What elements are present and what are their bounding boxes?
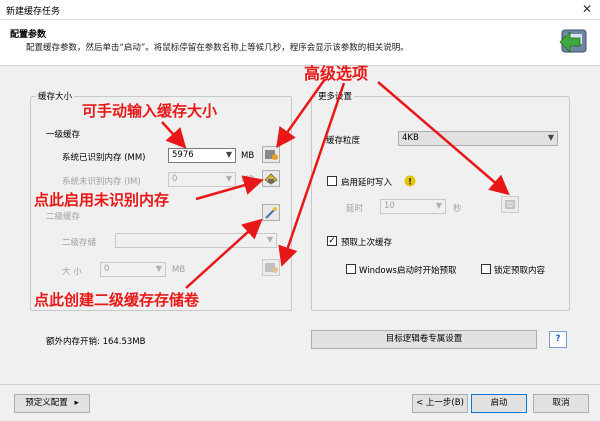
- chevron-down-icon: ▼: [266, 235, 273, 244]
- preload-checkbox[interactable]: ✓: [327, 236, 337, 246]
- level2-size-label: 大 小: [62, 267, 82, 277]
- chevron-down-icon: ▼: [155, 264, 162, 273]
- identified-memory-value: 5976: [172, 150, 194, 160]
- level2-settings-button[interactable]: [262, 259, 280, 276]
- advanced-options-button[interactable]: [501, 196, 519, 213]
- level2-size-input[interactable]: 0 ▼: [100, 262, 166, 277]
- help-button[interactable]: ?: [549, 331, 567, 348]
- unidentified-memory-input[interactable]: 0 ▼: [168, 172, 236, 187]
- memory-settings-icon: [265, 263, 278, 273]
- level2-size-value: 0: [104, 264, 110, 274]
- wand-icon: [265, 207, 277, 219]
- page-title: 配置参数: [10, 30, 47, 40]
- window-title: 新建缓存任务: [6, 7, 61, 17]
- unidentified-memory-label: 系统未识别内存 (IM): [62, 177, 141, 187]
- unlock-memory-icon: [264, 173, 278, 185]
- volume-settings-button[interactable]: 目标逻辑卷专属设置: [311, 330, 537, 349]
- delayed-write-label: 启用延时写入: [341, 178, 393, 188]
- advanced-options-icon: [505, 200, 515, 209]
- identified-memory-unit: MB: [241, 151, 255, 161]
- footer-divider: [0, 384, 600, 385]
- help-icon: ?: [555, 334, 561, 344]
- lock-preload-label: 锁定预取内容: [494, 266, 546, 276]
- enable-unidentified-memory-button[interactable]: [262, 170, 280, 187]
- delay-input[interactable]: 10 ▼: [380, 199, 446, 214]
- annotation-create-level2: 点此创建二级缓存存储卷: [34, 291, 200, 309]
- preset-config-button[interactable]: 预定义配置 ▸: [14, 394, 90, 413]
- chevron-down-icon: ▼: [435, 201, 442, 210]
- back-button[interactable]: < 上一步(B): [412, 394, 468, 413]
- cache-wizard-icon: [559, 29, 587, 53]
- annotation-manual-input: 可手动输入缓存大小: [82, 102, 218, 120]
- cache-size-legend: 缓存大小: [36, 90, 75, 102]
- level2-size-unit: MB: [172, 265, 186, 275]
- delay-label: 延时: [346, 204, 364, 214]
- win-start-preload-label: Windows启动时开始预取: [359, 266, 457, 276]
- triangle-right-icon: ▸: [74, 398, 79, 408]
- preload-label: 预取上次缓存: [341, 238, 393, 248]
- preset-config-label: 预定义配置: [25, 398, 68, 408]
- unidentified-memory-value: 0: [172, 174, 178, 184]
- granularity-label: 缓存粒度: [326, 136, 361, 146]
- chevron-down-icon: ▼: [547, 133, 554, 142]
- granularity-value: 4KB: [402, 133, 419, 143]
- wizard-header: 配置参数 配置缓存参数，然后单击“启动”。将鼠标停留在参数名称上等候几秒，程序会…: [0, 20, 600, 66]
- title-bar: 新建缓存任务 ✕: [0, 0, 600, 20]
- memory-settings-icon: [265, 150, 278, 160]
- delayed-write-checkbox[interactable]: [327, 176, 337, 186]
- svg-text:!: !: [408, 178, 412, 188]
- delay-value: 10: [384, 201, 395, 211]
- lock-preload-checkbox[interactable]: [481, 264, 491, 274]
- annotation-advanced-options: 高级选项: [304, 64, 369, 83]
- create-level2-volume-button[interactable]: [262, 204, 280, 221]
- level1-heading: 一级缓存: [46, 130, 81, 140]
- page-description: 配置缓存参数，然后单击“启动”。将鼠标停留在参数名称上等候几秒，程序会显示该参数…: [26, 43, 409, 53]
- extra-memory-overhead: 额外内存开销: 164.53MB: [46, 337, 146, 347]
- unidentified-memory-unit: MB: [241, 175, 255, 185]
- hint-icon: !: [404, 175, 416, 187]
- win-start-preload-checkbox[interactable]: [346, 264, 356, 274]
- chevron-down-icon: ▼: [225, 150, 232, 159]
- granularity-select[interactable]: 4KB ▼: [398, 131, 558, 146]
- close-icon[interactable]: ✕: [582, 2, 592, 16]
- chevron-down-icon: ▼: [225, 174, 232, 183]
- level2-storage-select[interactable]: ▼: [115, 233, 277, 248]
- memory-settings-button[interactable]: [262, 146, 280, 163]
- annotation-enable-unidentified: 点此启用未识别内存: [34, 191, 170, 209]
- identified-memory-label: 系统已识别内存 (MM): [62, 153, 146, 163]
- identified-memory-input[interactable]: 5976 ▼: [168, 148, 236, 163]
- level2-storage-label: 二级存储: [62, 238, 97, 248]
- level2-heading: 二级缓存: [46, 212, 81, 222]
- cancel-button[interactable]: 取消: [533, 394, 589, 413]
- more-settings-legend: 更多设置: [316, 90, 355, 102]
- delay-unit: 秒: [453, 204, 462, 214]
- start-button[interactable]: 启动: [471, 394, 527, 413]
